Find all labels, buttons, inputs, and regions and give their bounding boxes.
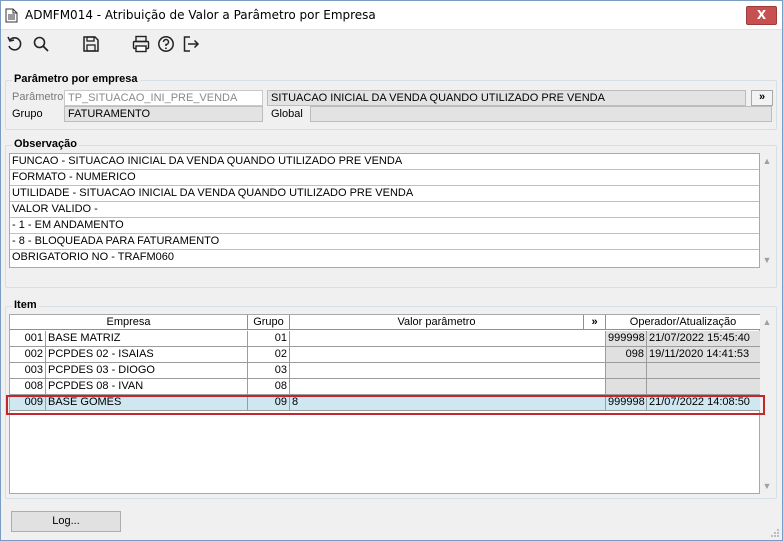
parametro-legend: Parâmetro por empresa — [12, 73, 140, 85]
observacao-line: - 8 - BLOQUEADA PARA FATURAMENTO — [10, 234, 759, 250]
observacao-legend: Observação — [12, 138, 79, 150]
observacao-line: FORMATO - NUMERICO — [10, 170, 759, 186]
exit-icon[interactable] — [182, 35, 200, 53]
undo-icon[interactable] — [6, 35, 24, 53]
row-operador — [606, 379, 647, 395]
item-legend: Item — [12, 299, 39, 311]
observacao-line: FUNCAO - SITUACAO INICIAL DA VENDA QUAND… — [10, 154, 759, 170]
row-operador — [606, 363, 647, 379]
scroll-up-icon[interactable]: ▲ — [762, 317, 772, 327]
observacao-line: UTILIDADE - SITUACAO INICIAL DA VENDA QU… — [10, 186, 759, 202]
row-empresa: PCPDES 02 - ISAIAS — [46, 347, 248, 363]
table-row[interactable]: 001 BASE MATRIZ 01 999998 21/07/2022 15:… — [10, 331, 761, 347]
parametro-more-button[interactable]: » — [751, 90, 773, 106]
row-grupo: 01 — [248, 331, 290, 347]
observacao-line: OBRIGATORIO NO - TRAFM060 — [12, 251, 174, 263]
observacao-scrollbar[interactable]: ▲ ▼ — [760, 153, 774, 268]
grupo-label: Grupo — [12, 108, 43, 120]
item-scrollbar[interactable]: ▲ ▼ — [760, 314, 774, 494]
table-row-selected[interactable]: 009 BASE GOMES 09 8 999998 21/07/2022 14… — [10, 395, 761, 411]
row-atualizacao — [647, 363, 761, 379]
column-header-empresa[interactable]: Empresa — [10, 315, 248, 330]
row-code: 009 — [10, 395, 46, 411]
row-valor[interactable] — [290, 363, 606, 379]
row-atualizacao: 21/07/2022 14:08:50 — [647, 395, 761, 411]
observacao-line: VALOR VALIDO - — [10, 202, 759, 218]
row-empresa: PCPDES 03 - DIOGO — [46, 363, 248, 379]
item-grid: Empresa Grupo Valor parâmetro » Operador… — [9, 314, 761, 494]
table-row[interactable]: 002 PCPDES 02 - ISAIAS 02 098 19/11/2020… — [10, 347, 761, 363]
column-header-operador[interactable]: Operador/Atualização — [606, 315, 761, 330]
row-valor[interactable] — [290, 379, 606, 395]
row-atualizacao: 19/11/2020 14:41:53 — [647, 347, 761, 363]
scroll-up-icon[interactable]: ▲ — [762, 156, 772, 166]
scroll-down-icon[interactable]: ▼ — [762, 481, 772, 491]
toolbar — [1, 31, 782, 59]
print-icon[interactable] — [132, 35, 150, 53]
row-grupo: 03 — [248, 363, 290, 379]
row-grupo: 08 — [248, 379, 290, 395]
global-label: Global — [271, 108, 303, 120]
window-title: ADMFM014 - Atribuição de Valor a Parâmet… — [25, 8, 376, 22]
observacao-memo[interactable]: FUNCAO - SITUACAO INICIAL DA VENDA QUAND… — [9, 153, 760, 268]
row-grupo: 09 — [248, 395, 290, 411]
scroll-down-icon[interactable]: ▼ — [762, 255, 772, 265]
grid-header: Empresa Grupo Valor parâmetro » Operador… — [10, 315, 761, 330]
row-operador: 098 — [606, 347, 647, 363]
row-empresa: BASE MATRIZ — [46, 331, 248, 347]
observacao-line: - 1 - EM ANDAMENTO — [10, 218, 759, 234]
row-code: 003 — [10, 363, 46, 379]
row-grupo: 02 — [248, 347, 290, 363]
help-icon[interactable] — [157, 35, 175, 53]
column-header-valor[interactable]: Valor parâmetro — [290, 315, 584, 330]
row-valor[interactable] — [290, 347, 606, 363]
log-button[interactable]: Log... — [11, 511, 121, 532]
row-code: 001 — [10, 331, 46, 347]
search-icon[interactable] — [32, 35, 50, 53]
main-window: ADMFM014 - Atribuição de Valor a Parâmet… — [0, 0, 783, 541]
row-empresa: BASE GOMES — [46, 395, 248, 411]
row-valor[interactable] — [290, 331, 606, 347]
table-row[interactable]: 008 PCPDES 08 - IVAN 08 — [10, 379, 761, 395]
document-icon — [5, 8, 18, 23]
table-row[interactable]: 003 PCPDES 03 - DIOGO 03 — [10, 363, 761, 379]
column-header-grupo[interactable]: Grupo — [248, 315, 290, 330]
parametro-description-field: SITUACAO INICIAL DA VENDA QUANDO UTILIZA… — [267, 90, 746, 106]
global-field — [310, 106, 772, 122]
title-bar: ADMFM014 - Atribuição de Valor a Parâmet… — [1, 1, 782, 30]
close-button[interactable]: X — [746, 6, 777, 25]
row-code: 002 — [10, 347, 46, 363]
parametro-field[interactable]: TP_SITUACAO_INI_PRE_VENDA — [64, 90, 263, 106]
save-icon[interactable] — [82, 35, 100, 53]
column-header-more-button[interactable]: » — [584, 315, 606, 330]
row-operador: 999998 — [606, 395, 647, 411]
row-atualizacao: 21/07/2022 15:45:40 — [647, 331, 761, 347]
row-atualizacao — [647, 379, 761, 395]
row-code: 008 — [10, 379, 46, 395]
parametro-label: Parâmetro — [12, 91, 64, 103]
row-operador: 999998 — [606, 331, 647, 347]
row-empresa: PCPDES 08 - IVAN — [46, 379, 248, 395]
row-valor[interactable]: 8 — [290, 395, 606, 411]
grupo-field: FATURAMENTO — [64, 106, 263, 122]
resize-grip-icon[interactable] — [770, 528, 780, 538]
